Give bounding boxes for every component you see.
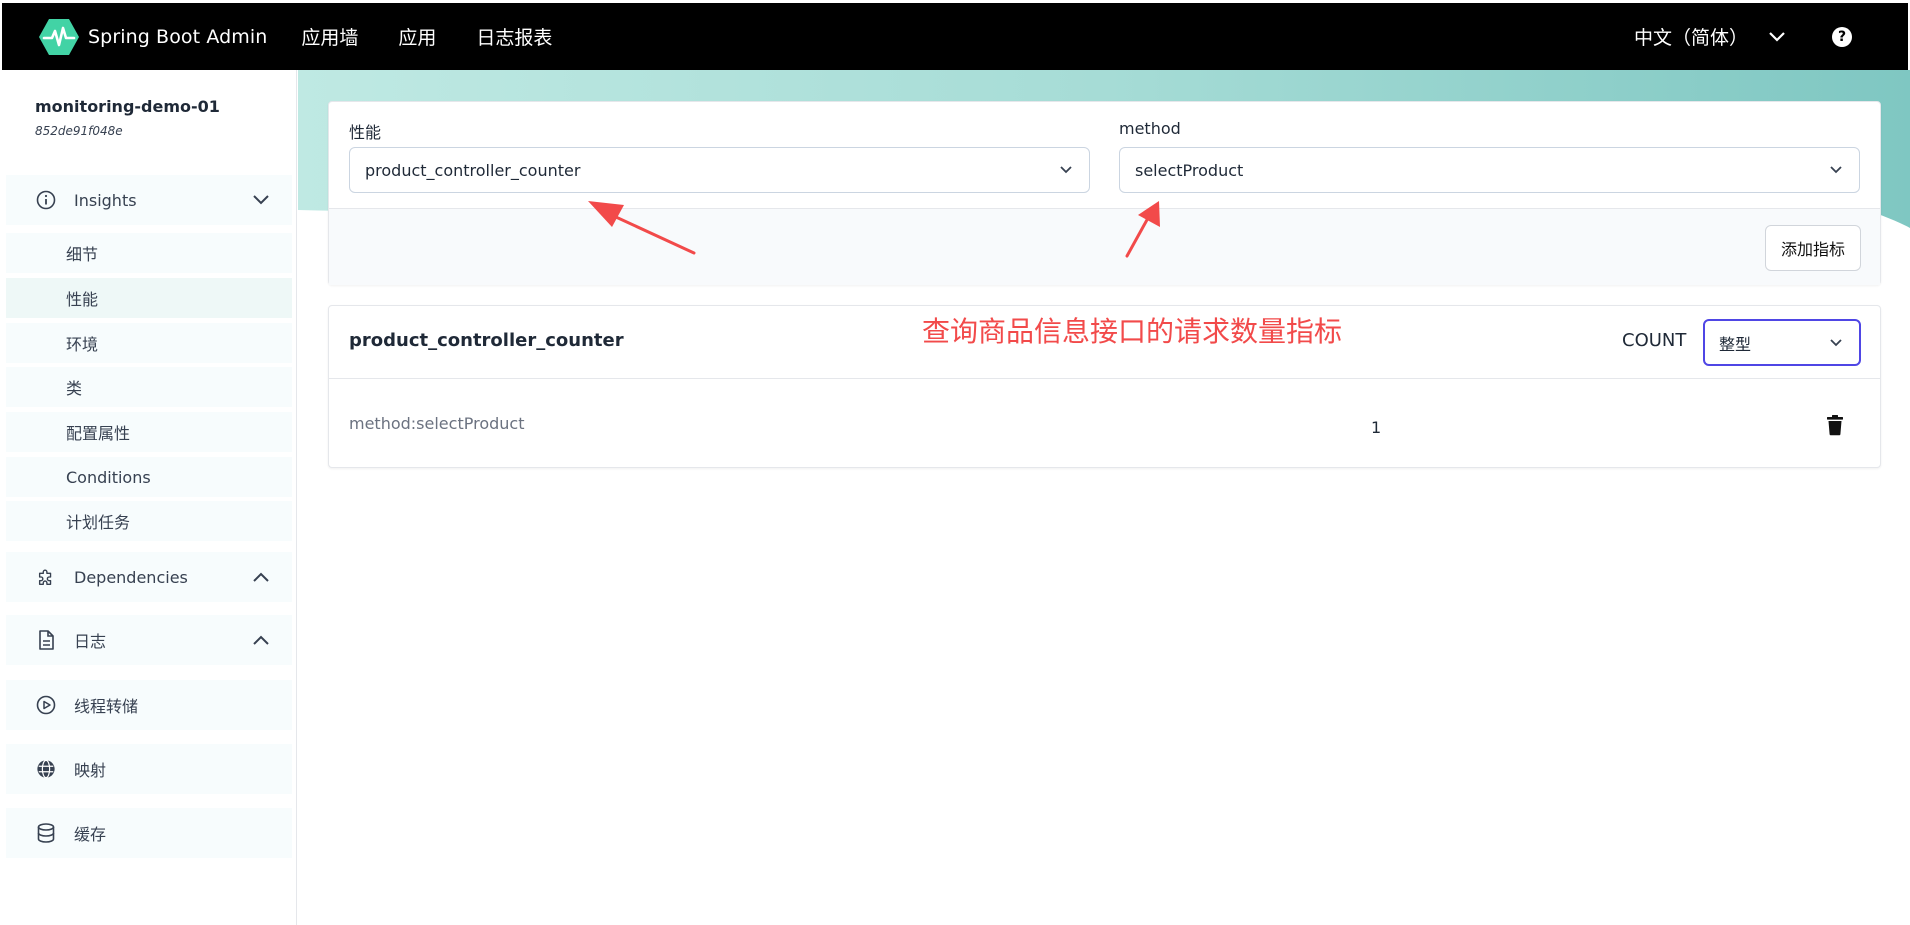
instance-id: 852de91f048e — [35, 124, 123, 138]
divider — [329, 378, 1880, 379]
sidebar-item-label: Conditions — [66, 467, 151, 487]
chevron-down-icon — [1829, 338, 1843, 348]
statistic-label: COUNT — [1622, 330, 1687, 351]
puzzle-icon — [36, 567, 56, 587]
metric-select[interactable]: product_controller_counter — [349, 147, 1090, 193]
sidebar-group-label: Dependencies — [74, 567, 188, 587]
info-circle-icon — [36, 190, 56, 210]
sidebar-item-beans[interactable]: 类 — [6, 367, 292, 407]
annotation-text: 查询商品信息接口的请求数量指标 — [922, 315, 1343, 348]
sidebar-item-environment[interactable]: 环境 — [6, 323, 292, 363]
chevron-down-icon — [1769, 31, 1785, 42]
sidebar-group-label: Insights — [74, 190, 137, 210]
sidebar-item-conditions[interactable]: Conditions — [6, 457, 292, 497]
metric-field-label: 性能 — [349, 123, 382, 142]
nav-wallboard[interactable]: 应用墙 — [301, 23, 358, 50]
add-metric-button[interactable]: 添加指标 — [1764, 225, 1861, 271]
chevron-down-icon — [1059, 165, 1073, 175]
sidebar-item-label: 配置属性 — [66, 424, 131, 443]
chevron-down-icon — [1829, 165, 1843, 175]
nav-right: 中文（简体） ? — [1634, 23, 1852, 50]
nav-applications[interactable]: 应用 — [398, 23, 436, 50]
play-circle-icon — [36, 695, 56, 715]
document-icon — [36, 630, 56, 650]
tag-select[interactable]: selectProduct — [1119, 147, 1860, 193]
sidebar-group-threaddump[interactable]: 线程转储 — [6, 680, 292, 730]
sidebar-item-label: 性能 — [66, 290, 99, 309]
sidebar-item-label: 类 — [66, 379, 83, 398]
sidebar-item-label: 计划任务 — [66, 513, 131, 532]
brand-name: Spring Boot Admin — [88, 25, 268, 48]
nav-journal[interactable]: 日志报表 — [476, 23, 552, 50]
metric-card-title: product_controller_counter — [349, 330, 624, 351]
application-name: monitoring-demo-01 — [35, 97, 220, 116]
metric-row-tag: method:selectProduct — [349, 414, 525, 433]
chevron-down-icon — [252, 194, 270, 206]
sidebar-group-dependencies[interactable]: Dependencies — [6, 552, 292, 602]
sidebar-item-label: 细节 — [66, 245, 99, 264]
sidebar-group-logging[interactable]: 日志 — [6, 615, 292, 665]
brand[interactable]: Spring Boot Admin — [38, 16, 267, 58]
chevron-up-icon — [252, 634, 270, 646]
sidebar-group-insights[interactable]: Insights — [6, 175, 292, 225]
sidebar-item-configprops[interactable]: 配置属性 — [6, 412, 292, 452]
metric-row-value: 1 — [1371, 418, 1382, 437]
format-select[interactable]: 整型 — [1703, 319, 1861, 366]
sidebar-group-caches[interactable]: 缓存 — [6, 808, 292, 858]
trash-icon[interactable] — [1825, 414, 1845, 436]
sidebar-group-label: 线程转储 — [74, 697, 139, 716]
sidebar-item-metrics[interactable]: 性能 — [6, 278, 292, 318]
sidebar-group-mappings[interactable]: 映射 — [6, 744, 292, 794]
format-select-value: 整型 — [1719, 334, 1752, 354]
chevron-up-icon — [252, 571, 270, 583]
sidebar-group-label: 映射 — [74, 761, 107, 780]
sidebar-item-details[interactable]: 细节 — [6, 233, 292, 273]
help-icon[interactable]: ? — [1832, 26, 1852, 47]
tag-field-label: method — [1119, 119, 1181, 138]
globe-icon — [36, 759, 56, 779]
sidebar: monitoring-demo-01 852de91f048e Insights… — [2, 70, 297, 925]
spring-boot-admin-logo-icon — [39, 18, 79, 55]
sidebar-group-label: 缓存 — [74, 825, 107, 844]
language-label: 中文（简体） — [1633, 27, 1748, 49]
sidebar-group-label: 日志 — [74, 632, 107, 651]
database-icon — [36, 823, 56, 843]
sidebar-item-label: 环境 — [66, 335, 99, 354]
metric-selection-card: 性能 product_controller_counter method sel… — [328, 101, 1881, 285]
top-navbar: Spring Boot Admin 应用墙 应用 日志报表 中文（简体） ? — [2, 3, 1908, 70]
language-selector[interactable]: 中文（简体） — [1634, 23, 1786, 50]
metric-select-value: product_controller_counter — [365, 160, 581, 180]
sidebar-item-scheduled-tasks[interactable]: 计划任务 — [6, 501, 292, 541]
card-footer: 添加指标 — [329, 208, 1880, 285]
tag-select-value: selectProduct — [1135, 160, 1244, 180]
main-nav: 应用墙 应用 日志报表 — [301, 23, 592, 50]
